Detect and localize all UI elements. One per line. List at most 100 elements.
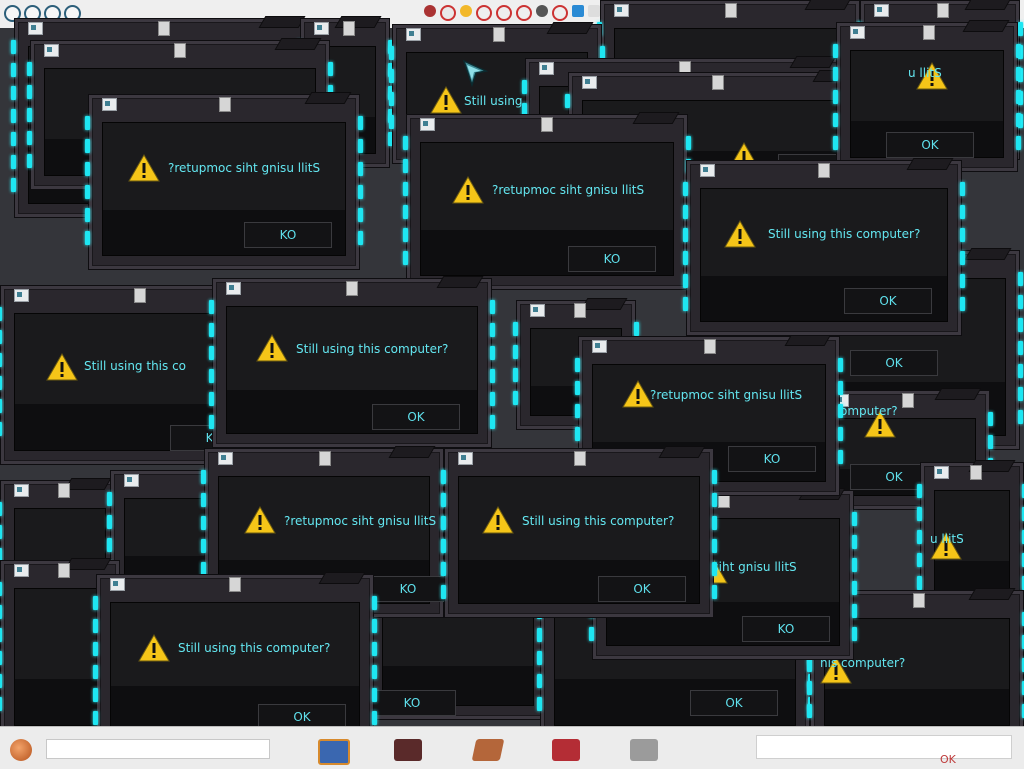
- warning-icon: [482, 506, 514, 534]
- dialog-window[interactable]: Still using this computer? OK: [209, 276, 495, 448]
- taskbar-notification-area[interactable]: [756, 735, 1012, 759]
- ok-button[interactable]: KO: [368, 690, 456, 716]
- window-corner-cap: [906, 158, 954, 170]
- dialog-window[interactable]: ?retupmoc siht gnisu llitS KO: [403, 112, 691, 290]
- cyan-light: [1016, 113, 1021, 127]
- title-grip-icon[interactable]: [58, 483, 70, 498]
- title-grip-icon[interactable]: [923, 25, 935, 40]
- window-app-icon[interactable]: [406, 28, 421, 41]
- window-app-icon[interactable]: [614, 4, 629, 17]
- ok-button[interactable]: KO: [244, 222, 332, 248]
- cyan-light: [712, 493, 717, 507]
- taskbar-app-2[interactable]: [394, 739, 422, 761]
- title-grip-icon[interactable]: [134, 288, 146, 303]
- title-grip-icon[interactable]: [913, 593, 925, 608]
- tray-icon-1[interactable]: [424, 5, 436, 17]
- window-app-icon[interactable]: [874, 4, 889, 17]
- title-grip-icon[interactable]: [574, 451, 586, 466]
- title-grip-icon[interactable]: [541, 117, 553, 132]
- title-grip-icon[interactable]: [229, 577, 241, 592]
- ok-button[interactable]: OK: [598, 576, 686, 602]
- window-app-icon[interactable]: [420, 118, 435, 131]
- window-app-icon[interactable]: [530, 304, 545, 317]
- title-grip-icon[interactable]: [712, 75, 724, 90]
- window-app-icon[interactable]: [44, 44, 59, 57]
- dialog-window[interactable]: Still using this computer? OK: [93, 572, 377, 744]
- title-grip-icon[interactable]: [58, 563, 70, 578]
- title-grip-icon[interactable]: [704, 339, 716, 354]
- cyan-light: [537, 674, 542, 688]
- ok-button[interactable]: OK: [372, 404, 460, 430]
- cyan-light: [85, 185, 90, 199]
- window-app-icon[interactable]: [28, 22, 43, 35]
- taskbar-search-box[interactable]: [46, 739, 270, 759]
- dialog-window[interactable]: ?retupmoc siht gnisu llitS KO: [85, 92, 363, 270]
- window-app-icon[interactable]: [700, 164, 715, 177]
- ok-button[interactable]: KO: [364, 576, 452, 602]
- ok-button[interactable]: OK: [844, 288, 932, 314]
- taskbar-app-3[interactable]: [471, 739, 505, 761]
- window-app-icon[interactable]: [218, 452, 233, 465]
- title-grip-icon[interactable]: [902, 393, 914, 408]
- tray-icon-9[interactable]: [572, 5, 584, 17]
- title-grip-icon[interactable]: [970, 465, 982, 480]
- cyan-light: [960, 297, 965, 311]
- ok-button[interactable]: OK: [886, 132, 974, 158]
- tray-icon-5[interactable]: [496, 5, 512, 21]
- window-app-icon[interactable]: [102, 98, 117, 111]
- window-app-icon[interactable]: [14, 484, 29, 497]
- window-corner-cap: [789, 56, 837, 68]
- window-app-icon[interactable]: [314, 22, 329, 35]
- window-app-icon[interactable]: [934, 466, 949, 479]
- window-app-icon[interactable]: [14, 564, 29, 577]
- tray-icon-8[interactable]: [552, 5, 568, 21]
- taskbar-app-1[interactable]: [318, 739, 350, 765]
- cyan-light: [358, 185, 363, 199]
- window-corner-cap: [258, 16, 306, 28]
- window-corner-cap: [964, 248, 1012, 260]
- taskbar-app-5[interactable]: [630, 739, 658, 761]
- title-grip-icon[interactable]: [343, 21, 355, 36]
- tray-icon-4[interactable]: [476, 5, 492, 21]
- title-grip-icon[interactable]: [158, 21, 170, 36]
- window-app-icon[interactable]: [458, 452, 473, 465]
- window-app-icon[interactable]: [14, 289, 29, 302]
- title-grip-icon[interactable]: [818, 163, 830, 178]
- dialog-window[interactable]: Still using this computer? OK: [441, 446, 717, 618]
- title-grip-icon[interactable]: [937, 3, 949, 18]
- window-app-icon[interactable]: [582, 76, 597, 89]
- window-app-icon[interactable]: [226, 282, 241, 295]
- cyan-light: [1018, 410, 1023, 424]
- title-grip-icon[interactable]: [725, 3, 737, 18]
- title-grip-icon[interactable]: [319, 451, 331, 466]
- ok-button[interactable]: OK: [850, 350, 938, 376]
- tray-icon-6[interactable]: [516, 5, 532, 21]
- window-corner-cap: [934, 388, 982, 400]
- start-orb-icon[interactable]: [10, 739, 32, 761]
- tray-icon-3[interactable]: [460, 5, 472, 17]
- window-app-icon[interactable]: [539, 62, 554, 75]
- dialog-window[interactable]: Still using this computer? OK: [683, 158, 965, 336]
- title-grip-icon[interactable]: [346, 281, 358, 296]
- title-grip-icon[interactable]: [174, 43, 186, 58]
- ok-button[interactable]: KO: [742, 616, 830, 642]
- window-corner-cap: [436, 276, 484, 288]
- taskbar-app-4[interactable]: [552, 739, 580, 761]
- window-app-icon[interactable]: [110, 578, 125, 591]
- title-grip-icon[interactable]: [574, 303, 586, 318]
- cyan-light: [93, 711, 98, 725]
- window-app-icon[interactable]: [850, 26, 865, 39]
- title-grip-icon[interactable]: [493, 27, 505, 42]
- window-app-icon[interactable]: [592, 340, 607, 353]
- dialog-window[interactable]: u llitS OK: [833, 20, 1021, 172]
- cyan-light: [209, 392, 214, 406]
- tray-icon-7[interactable]: [536, 5, 548, 17]
- tray-icon-10[interactable]: [588, 5, 600, 17]
- title-grip-icon[interactable]: [219, 97, 231, 112]
- tray-icon-2[interactable]: [440, 5, 456, 21]
- window-app-icon[interactable]: [124, 474, 139, 487]
- ok-button[interactable]: OK: [690, 690, 778, 716]
- cyan-light: [403, 182, 408, 196]
- ok-button[interactable]: KO: [568, 246, 656, 272]
- ok-button[interactable]: KO: [728, 446, 816, 472]
